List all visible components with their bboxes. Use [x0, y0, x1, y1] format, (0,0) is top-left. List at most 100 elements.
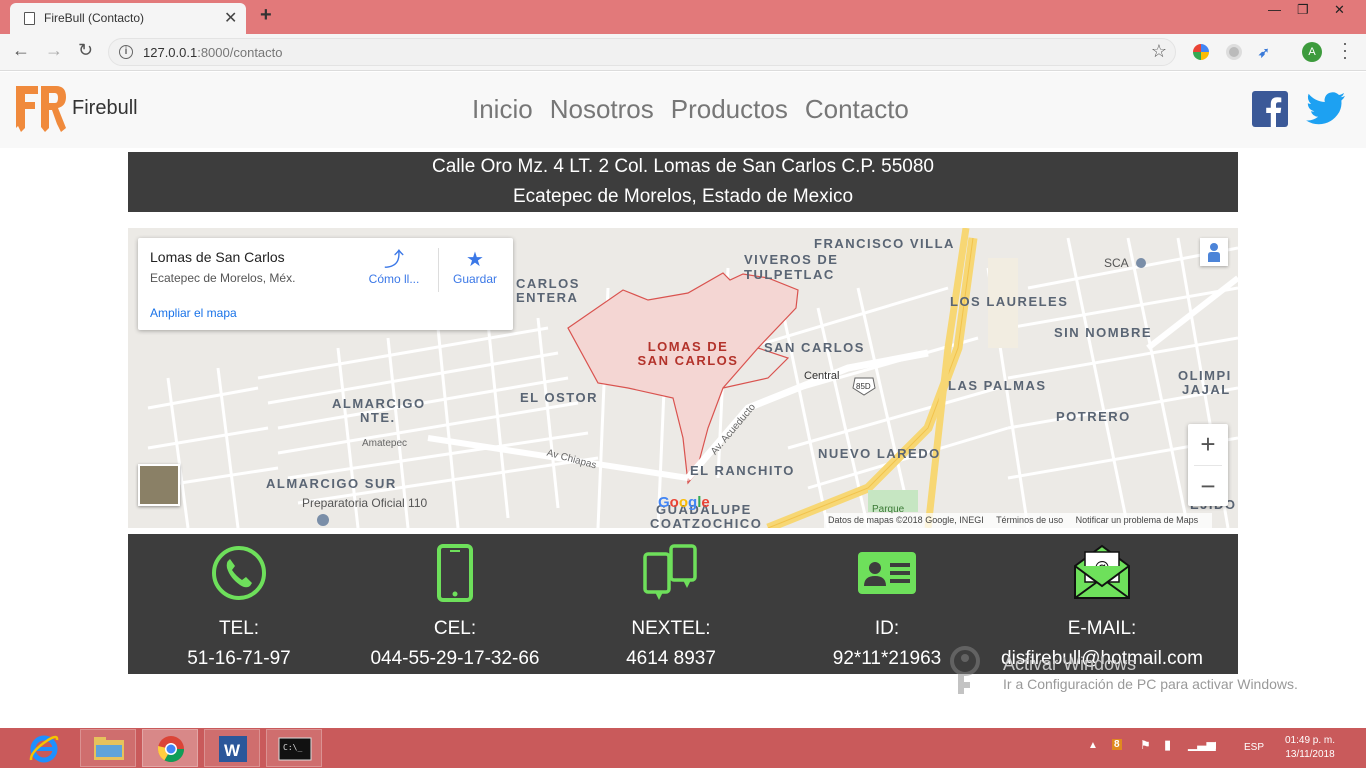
nav-productos[interactable]: Productos: [671, 94, 788, 125]
enlarge-map-link[interactable]: Ampliar el mapa: [150, 306, 237, 320]
phone-icon: [212, 546, 266, 600]
contact-value: 044-55-29-17-32-66: [370, 648, 540, 669]
taskbar-file-explorer[interactable]: [80, 729, 136, 767]
map-label: SAN CARLOS: [764, 340, 865, 355]
embedded-map[interactable]: FRANCISCO VILLA VIVEROS DE TULPETLAC CAR…: [128, 228, 1238, 528]
page-icon: [24, 12, 35, 25]
clock-time: 01:49 p. m.: [1284, 735, 1336, 746]
action-center-flag-icon[interactable]: ⚑: [1140, 738, 1151, 752]
nav-inicio[interactable]: Inicio: [472, 94, 533, 125]
internet-explorer-icon[interactable]: [28, 732, 60, 764]
extension-drive-icon[interactable]: [1193, 44, 1209, 60]
map-label: SIN NOMBRE: [1054, 325, 1153, 340]
terms-link[interactable]: Términos de uso: [996, 515, 1063, 525]
activation-key-icon: [950, 646, 980, 694]
street-view-pegman-icon[interactable]: [1200, 238, 1228, 266]
browser-menu-icon[interactable]: · · ·: [1340, 34, 1350, 66]
satellite-toggle-button[interactable]: [138, 464, 180, 506]
back-icon[interactable]: ←: [12, 40, 30, 61]
extension-feather-icon[interactable]: ➶: [1258, 44, 1274, 60]
contact-email: @ E-MAIL: disfirebull@hotmail.com: [992, 534, 1212, 674]
zoom-out-button[interactable]: −: [1188, 466, 1228, 506]
contact-label: NEXTEL:: [631, 618, 711, 639]
watermark-text: Ir a Configuración de PC para activar Wi…: [1003, 676, 1298, 692]
taskbar-command-prompt[interactable]: C:\_: [266, 729, 322, 767]
activation-watermark: Activar Windows Ir a Configuración de PC…: [1003, 654, 1298, 692]
mobile-icon: [437, 544, 473, 602]
map-data-credit: Datos de mapas ©2018 Google, INEGI: [828, 515, 984, 525]
watermark-title: Activar Windows: [1003, 654, 1137, 674]
tab-close-icon[interactable]: ✕: [224, 8, 237, 28]
place-subtitle: Ecatepec de Morelos, Méx.: [150, 271, 296, 285]
tray-app-icon[interactable]: 8: [1112, 739, 1122, 750]
browser-tab[interactable]: FireBull (Contacto) ✕: [10, 3, 246, 34]
firebull-logo-icon[interactable]: [14, 82, 68, 134]
map-label: LOS LAURELES: [950, 294, 1069, 309]
volume-icon[interactable]: 🔈︎: [1212, 737, 1220, 753]
map-label: NTE.: [360, 410, 396, 425]
site-header: Firebull Inicio Nosotros Productos Conta…: [0, 72, 1366, 148]
nav-nosotros[interactable]: Nosotros: [550, 94, 654, 125]
reload-icon[interactable]: ↻: [78, 40, 93, 61]
minimize-button[interactable]: —: [1268, 2, 1281, 17]
brand-name[interactable]: Firebull: [72, 97, 138, 120]
directions-icon: ⤴: [384, 249, 404, 271]
google-logo: Google: [658, 494, 710, 511]
taskbar-clock[interactable]: 01:49 p. m. 13/11/2018: [1280, 734, 1340, 762]
email-icon: @: [1074, 544, 1130, 599]
map-label: JAJAL: [1182, 382, 1231, 397]
contact-tel: TEL: 51-16-71-97: [128, 534, 350, 674]
map-label: ALMARCIGO SUR: [266, 476, 397, 491]
show-hidden-icons[interactable]: ▲: [1088, 740, 1098, 751]
contact-label: TEL:: [218, 618, 260, 639]
map-label: VIVEROS DE: [744, 252, 839, 267]
language-indicator[interactable]: ESP: [1244, 742, 1264, 753]
address-line-2: Ecatepec de Morelos, Estado de Mexico: [512, 186, 854, 207]
close-window-button[interactable]: ✕: [1334, 2, 1345, 18]
map-label: NUEVO LAREDO: [818, 446, 941, 461]
windows-taskbar: W C:\_ ▲ 8 ⚑ ▮ ▁▃▅ 🔈︎ ESP 01:49 p. m. 13…: [0, 728, 1366, 768]
taskbar-chrome[interactable]: [142, 729, 198, 767]
main-nav: Inicio Nosotros Productos Contacto: [472, 94, 909, 125]
zoom-in-button[interactable]: +: [1188, 424, 1228, 464]
address-bar[interactable]: i 127.0.0.1:8000/contacto ☆: [108, 38, 1176, 66]
profile-avatar[interactable]: A: [1302, 42, 1322, 62]
divider: [438, 248, 439, 292]
directions-button[interactable]: ⤴ Cómo ll...: [364, 248, 424, 286]
map-label: Preparatoria Oficial 110: [302, 496, 428, 510]
map-attribution: Datos de mapas ©2018 Google, INEGI Térmi…: [824, 513, 1213, 528]
star-icon: ★: [466, 249, 484, 271]
extension-circle-icon[interactable]: [1226, 44, 1242, 60]
map-label: 85D: [856, 382, 871, 391]
contact-label: ID:: [874, 618, 900, 639]
battery-icon[interactable]: ▮: [1164, 737, 1171, 753]
address-banner: Calle Oro Mz. 4 LT. 2 Col. Lomas de San …: [128, 152, 1238, 212]
id-card-icon: [858, 552, 916, 594]
browser-titlebar: FireBull (Contacto) ✕ + — ❐ ✕: [0, 0, 1366, 34]
taskbar-word[interactable]: W: [204, 729, 260, 767]
map-label: EL RANCHITO: [690, 463, 795, 478]
clock-date: 13/11/2018: [1285, 749, 1335, 760]
word-icon: W: [219, 736, 247, 762]
nav-contacto[interactable]: Contacto: [805, 94, 909, 125]
svg-text:W: W: [224, 741, 241, 760]
twitter-icon[interactable]: [1306, 91, 1346, 127]
site-info-icon[interactable]: i: [119, 45, 133, 59]
map-label: ENTERA: [516, 290, 579, 305]
map-label: LAS PALMAS: [948, 378, 1047, 393]
save-place-button[interactable]: ★ Guardar: [445, 248, 505, 286]
map-label: SCA: [1104, 256, 1129, 270]
bookmark-star-icon[interactable]: ☆: [1151, 41, 1167, 62]
place-title: Lomas de San Carlos: [150, 249, 285, 265]
tab-title: FireBull (Contacto): [44, 11, 145, 25]
new-tab-button[interactable]: +: [260, 4, 272, 27]
map-label: EL OSTOR: [520, 390, 598, 405]
map-place-card: Lomas de San Carlos Ecatepec de Morelos,…: [138, 238, 513, 330]
facebook-icon[interactable]: [1252, 91, 1288, 127]
report-problem-link[interactable]: Notificar un problema de Maps: [1076, 515, 1199, 525]
forward-icon[interactable]: →: [45, 40, 63, 61]
svg-text:C:\_: C:\_: [283, 743, 302, 752]
maximize-button[interactable]: ❐: [1297, 2, 1309, 18]
contact-cel: CEL: 044-55-29-17-32-66: [350, 534, 560, 674]
map-label: Central: [804, 370, 840, 382]
